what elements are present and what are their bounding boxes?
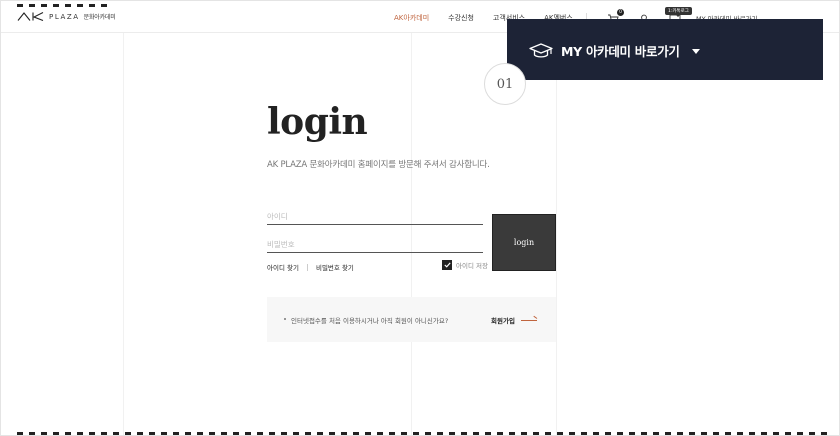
welcome-message: AK PLAZA 문화아카데미 홈페이지를 방문해 주셔서 감사합니다. <box>267 160 490 170</box>
grid-line <box>411 33 412 435</box>
nav-ak-academy[interactable]: AK아카데미 <box>394 13 429 23</box>
user-id-input[interactable] <box>267 209 483 225</box>
find-account-links: 아이디 찾기 비밀번호 찾기 <box>267 262 354 272</box>
my-academy-label: MY 아카데미 바로가기 <box>561 44 680 59</box>
tooltip-arrow <box>675 14 681 17</box>
decorative-dash <box>17 4 113 7</box>
decorative-dash-bottom <box>17 432 827 435</box>
ak-logo-icon <box>17 12 44 21</box>
join-link[interactable]: 회원가입 <box>491 315 537 325</box>
cart-count-badge: 0 <box>617 9 624 16</box>
password-input[interactable] <box>267 237 483 253</box>
nav-course-registration[interactable]: 수강신청 <box>448 13 474 23</box>
find-password-link[interactable]: 비밀번호 찾기 <box>316 262 354 272</box>
login-button[interactable]: login <box>492 214 556 271</box>
chevron-down-icon <box>691 49 700 54</box>
my-academy-panel[interactable]: MY 아카데미 바로가기 <box>507 19 823 80</box>
step-number-badge: 01 <box>484 63 526 105</box>
grid-line <box>556 33 557 435</box>
save-id-checkbox[interactable]: 아이디 저장 <box>442 260 488 270</box>
page-title: login <box>267 101 368 143</box>
join-prompt-text: 인터넷접수를 처음 이용하시거나 아직 회원이 아니신가요? <box>291 317 449 325</box>
arrow-right-icon <box>520 319 537 321</box>
bullet-icon <box>284 318 286 320</box>
graduation-cap-icon <box>529 42 553 58</box>
find-id-link[interactable]: 아이디 찾기 <box>267 262 299 272</box>
logo-subtitle: 문화아카데미 <box>83 14 116 21</box>
ak-plaza-logo[interactable]: PLAZA 문화아카데미 <box>17 12 116 21</box>
join-banner: 인터넷접수를 처음 이용하시거나 아직 회원이 아니신가요? 회원가입 <box>267 297 556 342</box>
save-id-label: 아이디 저장 <box>456 262 488 270</box>
page-frame: PLAZA 문화아카데미 AK아카데미 수강신청 고객서비스 AK멤버스 0 1… <box>0 0 840 436</box>
grid-line <box>123 33 124 435</box>
join-link-label: 회원가입 <box>491 317 515 325</box>
checkbox-checked-icon[interactable] <box>442 260 452 270</box>
my-academy-button[interactable]: MY 아카데미 바로가기 <box>529 41 700 60</box>
logo-plaza-text: PLAZA <box>49 12 80 21</box>
link-divider <box>306 263 308 271</box>
